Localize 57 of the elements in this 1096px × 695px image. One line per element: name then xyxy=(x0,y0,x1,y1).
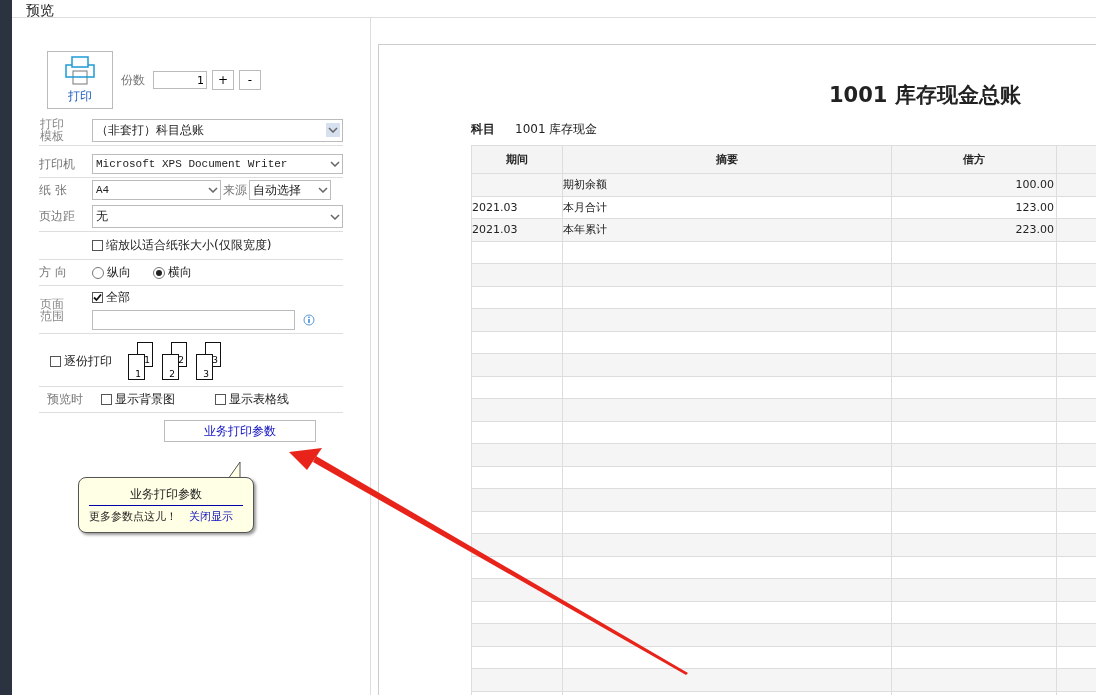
checkbox-label: 全部 xyxy=(106,289,130,306)
margin-dropdown[interactable]: 无 xyxy=(92,205,343,228)
tooltip-text: 更多参数点这儿！ xyxy=(89,509,177,524)
checkbox-label: 逐份打印 xyxy=(64,352,112,370)
chevron-down-icon xyxy=(330,161,340,167)
table-cell: 2021.03 xyxy=(472,200,518,214)
printer-icon xyxy=(64,55,96,86)
report-title: 1001 库存现金总账 xyxy=(829,82,1022,109)
checkbox[interactable] xyxy=(50,355,61,367)
table-cell: 223.00 xyxy=(1015,223,1054,237)
print-button[interactable]: 打印 xyxy=(47,51,113,109)
paper-label: 纸 张 xyxy=(39,181,68,199)
radio-label: 横向 xyxy=(168,264,192,281)
column-header: 摘要 xyxy=(716,153,738,166)
table-cell: 期初余额 xyxy=(563,178,607,192)
table-cell: 100.00 xyxy=(1015,178,1054,192)
close-link[interactable]: 关闭显示 xyxy=(189,509,233,524)
template-dropdown[interactable]: （非套打）科目总账 xyxy=(92,118,343,142)
preview-label: 预览时 xyxy=(47,391,83,408)
table-cell: 2021.03 xyxy=(472,223,518,237)
radio-label: 纵向 xyxy=(107,264,131,281)
subject-label: 科目 xyxy=(471,121,495,138)
copies-field[interactable]: 1 xyxy=(153,71,207,89)
column-header: 借方 xyxy=(963,153,985,166)
source-label: 来源 xyxy=(223,181,247,199)
checkbox-label: 显示表格线 xyxy=(229,391,289,408)
window-title: 预览 xyxy=(26,3,54,17)
checkbox[interactable] xyxy=(92,240,103,251)
paper-dropdown[interactable]: A4 xyxy=(92,180,221,200)
table-cell: 本年累计 xyxy=(563,223,607,237)
checkbox[interactable] xyxy=(101,394,112,405)
stepper-button[interactable]: - xyxy=(239,70,261,90)
subject-value: 1001 库存现金 xyxy=(515,121,598,138)
column-header: 期间 xyxy=(506,153,528,166)
tooltip-title: 业务打印参数 xyxy=(89,486,243,506)
table-cell: 123.00 xyxy=(1015,200,1054,214)
chevron-down-icon xyxy=(328,127,338,133)
page-range-label: 页面范围 xyxy=(39,297,65,322)
table-cell: 本月合计 xyxy=(563,200,607,214)
margin-label: 页边距 xyxy=(39,208,76,225)
info-icon[interactable] xyxy=(303,314,315,326)
printer-label: 打印机 xyxy=(39,155,76,173)
chevron-down-icon xyxy=(208,187,218,193)
page-range-field[interactable] xyxy=(92,310,295,330)
printer-dropdown[interactable]: Microsoft XPS Document Writer xyxy=(92,154,343,174)
print-parameters-button[interactable]: 业务打印参数 xyxy=(164,420,316,442)
checkbox-label: 缩放以适合纸张大小(仅限宽度) xyxy=(106,237,272,254)
copies-label: 份数 xyxy=(121,71,145,89)
checkbox[interactable] xyxy=(215,394,226,405)
source-dropdown[interactable]: 自动选择 xyxy=(249,180,331,200)
template-label: 打印模板 xyxy=(39,118,65,142)
orientation-label: 方 向 xyxy=(39,264,68,281)
chevron-down-icon xyxy=(330,213,340,220)
checkbox-label: 显示背景图 xyxy=(115,391,175,408)
checkbox[interactable] xyxy=(92,292,103,303)
stepper-button[interactable]: + xyxy=(212,70,234,90)
chevron-down-icon xyxy=(318,187,328,193)
